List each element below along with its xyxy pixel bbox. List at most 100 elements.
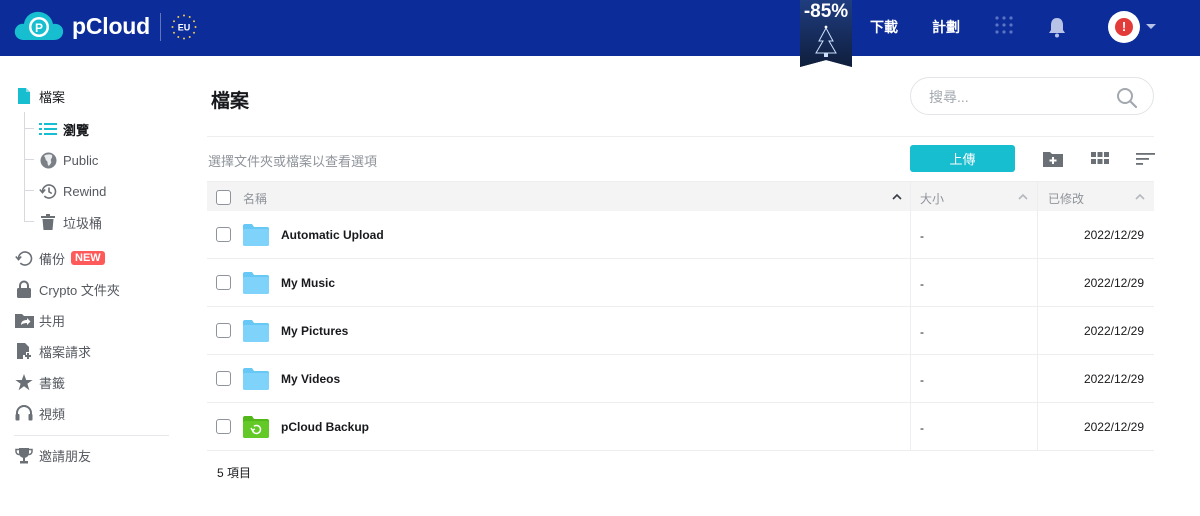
star-icon (14, 372, 34, 392)
file-modified: 2022/12/29 (1083, 324, 1144, 338)
chevron-up-icon[interactable] (1135, 193, 1145, 200)
file-request-icon (14, 341, 34, 361)
chevron-up-icon[interactable] (1018, 193, 1028, 200)
tree-tick (24, 221, 34, 222)
svg-text:P: P (35, 21, 43, 35)
grid-view-icon[interactable] (1089, 149, 1111, 169)
search-icon[interactable] (1116, 87, 1138, 109)
sidebar-item-label: 檔案請求 (39, 344, 92, 360)
row-checkbox[interactable] (216, 371, 231, 386)
upload-button[interactable]: 上傳 (910, 145, 1015, 172)
page-title: 檔案 (211, 91, 250, 112)
sidebar-item-video[interactable]: 視頻 (14, 402, 65, 424)
table-header: 名稱 大小 已修改 (207, 181, 1154, 211)
file-modified: 2022/12/29 (1083, 372, 1144, 386)
sidebar-item-browse[interactable]: 瀏覽 (38, 118, 89, 140)
table-row[interactable]: My Videos - 2022/12/29 (207, 355, 1154, 403)
file-size: - (920, 277, 924, 291)
sidebar-item-invite[interactable]: 邀請朋友 (14, 444, 91, 466)
trash-icon (38, 212, 58, 232)
new-badge: NEW (71, 251, 105, 265)
table-row[interactable]: Automatic Upload - 2022/12/29 (207, 211, 1154, 259)
file-modified: 2022/12/29 (1083, 276, 1144, 290)
folder-icon (243, 224, 269, 246)
toolbar-divider (207, 136, 1154, 137)
backup-icon (14, 248, 34, 268)
table-row[interactable]: My Music - 2022/12/29 (207, 259, 1154, 307)
headphones-icon (14, 403, 34, 423)
sidebar-item-label: 視頻 (39, 406, 66, 422)
promo-discount[interactable]: -85% (800, 1, 852, 23)
file-name[interactable]: My Videos (281, 372, 340, 386)
brand-name[interactable]: pCloud (72, 13, 150, 40)
apps-grid-icon[interactable] (995, 16, 1013, 34)
globe-icon (38, 150, 58, 170)
row-checkbox[interactable] (216, 227, 231, 242)
file-name[interactable]: pCloud Backup (281, 420, 369, 434)
column-name[interactable]: 名稱 (243, 190, 267, 207)
sidebar-item-label: Rewind (63, 183, 107, 199)
search-input[interactable] (929, 87, 1109, 107)
file-icon (14, 86, 34, 106)
column-modified[interactable]: 已修改 (1048, 190, 1084, 207)
sidebar-item-label: 書籤 (39, 375, 66, 391)
file-size: - (920, 325, 924, 339)
table-row[interactable]: pCloud Backup - 2022/12/29 (207, 403, 1154, 451)
new-folder-icon[interactable] (1042, 149, 1064, 169)
file-size: - (920, 421, 924, 435)
sidebar-item-label: 共用 (39, 313, 66, 329)
row-checkbox[interactable] (216, 275, 231, 290)
eu-label: EU (178, 23, 191, 33)
file-name[interactable]: Automatic Upload (281, 228, 384, 242)
column-size[interactable]: 大小 (920, 190, 944, 207)
file-name[interactable]: My Pictures (281, 324, 348, 338)
tree-tick (24, 159, 34, 160)
sidebar-item-trash[interactable]: 垃圾桶 (38, 211, 102, 233)
sidebar-item-label: 垃圾桶 (63, 215, 103, 231)
sort-icon[interactable] (1134, 149, 1156, 169)
file-modified: 2022/12/29 (1083, 228, 1144, 242)
sidebar-item-file-request[interactable]: 檔案請求 (14, 340, 91, 362)
tree-tick (24, 190, 34, 191)
share-folder-icon (14, 310, 34, 330)
nav-download[interactable]: 下載 (870, 17, 898, 37)
eu-stars-icon: EU (171, 14, 197, 40)
sidebar-item-label: Crypto 文件夾 (39, 282, 120, 298)
file-size: - (920, 229, 924, 243)
file-name[interactable]: My Music (281, 276, 335, 290)
table-row[interactable]: My Pictures - 2022/12/29 (207, 307, 1154, 355)
tree-tick (24, 128, 34, 129)
lock-icon (14, 279, 34, 299)
sidebar-item-bookmarks[interactable]: 書籤 (14, 371, 65, 393)
chevron-up-icon[interactable] (892, 193, 902, 200)
pcloud-logo-icon[interactable]: P (14, 10, 64, 44)
sidebar-divider (14, 435, 169, 436)
column-divider (1037, 181, 1038, 451)
folder-icon (243, 320, 269, 342)
bell-icon[interactable] (1047, 16, 1067, 38)
row-checkbox[interactable] (216, 419, 231, 434)
folder-icon (243, 368, 269, 390)
sidebar-item-label: Public (63, 152, 99, 168)
header-divider (160, 13, 161, 41)
sidebar-item-shared[interactable]: 共用 (14, 309, 65, 331)
history-icon (38, 181, 58, 201)
sidebar-item-public[interactable]: Public (38, 149, 98, 171)
list-icon (38, 119, 58, 139)
sidebar-item-files[interactable]: 檔案 (14, 85, 65, 107)
sidebar-item-label: 邀請朋友 (39, 448, 92, 464)
chevron-down-icon[interactable] (1146, 24, 1156, 29)
search-box (910, 77, 1154, 115)
column-divider (910, 181, 911, 451)
sidebar-item-crypto[interactable]: Crypto 文件夾 (14, 278, 120, 300)
avatar[interactable]: ! (1108, 11, 1140, 43)
top-bar: P pCloud EU -85% 下載 計劃 ! (0, 0, 1200, 67)
sidebar-item-backup[interactable]: 備份 NEW (14, 247, 105, 269)
nav-plans[interactable]: 計劃 (932, 17, 960, 37)
sidebar-item-label: 備份 (39, 251, 66, 267)
item-count: 5 項目 (217, 466, 252, 480)
select-all-checkbox[interactable] (216, 190, 231, 205)
alert-icon: ! (1115, 18, 1133, 36)
row-checkbox[interactable] (216, 323, 231, 338)
sidebar-item-rewind[interactable]: Rewind (38, 180, 106, 202)
